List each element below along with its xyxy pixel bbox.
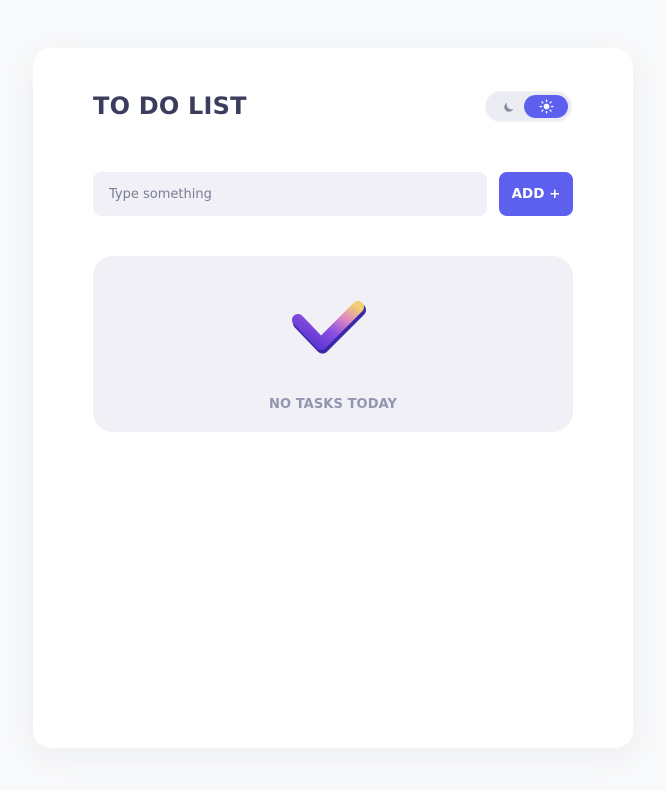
- page-title: TO DO LIST: [93, 92, 247, 120]
- sun-icon-graphic: [538, 99, 554, 114]
- add-task-button[interactable]: ADD +: [499, 172, 573, 216]
- moon-icon-graphic: [503, 102, 513, 112]
- empty-state-message: NO TASKS TODAY: [268, 397, 398, 412]
- todo-card: TO DO LIST ADD: [33, 48, 633, 748]
- theme-toggle[interactable]: [485, 91, 572, 122]
- empty-task-panel: NO TASKS TODAY: [93, 256, 573, 432]
- checkmark-icon: [292, 301, 366, 354]
- task-input[interactable]: [93, 172, 487, 216]
- sun-icon[interactable]: [524, 95, 568, 118]
- moon-icon[interactable]: [500, 99, 516, 115]
